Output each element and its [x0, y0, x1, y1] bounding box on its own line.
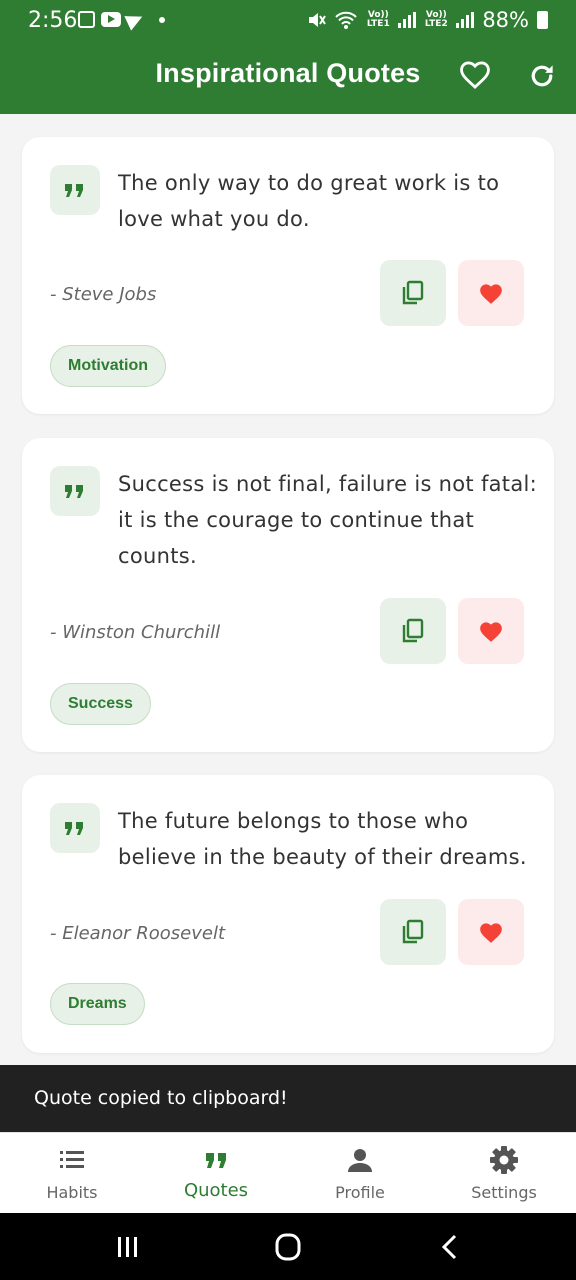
network-2-label: Vo)) LTE2	[424, 10, 448, 29]
category-tag[interactable]: Success	[50, 683, 151, 725]
quote-author: - Steve Jobs	[50, 284, 157, 305]
nav-label: Quotes	[183, 1180, 249, 1201]
status-time: 2:56	[28, 8, 78, 33]
favorites-button[interactable]	[458, 58, 492, 92]
status-bar: 2:56 Vo)) LTE1 Vo)) LTE2 88%	[0, 0, 576, 40]
nav-label: Settings	[471, 1183, 537, 1202]
bottom-navigation: Habits Quotes Profile Settings	[0, 1132, 576, 1213]
nav-item-settings[interactable]: Settings	[432, 1133, 576, 1214]
heart-outline-icon	[460, 61, 490, 89]
quote-text: Success is not final, failure is not fat…	[118, 472, 538, 568]
heart-icon	[480, 284, 502, 304]
refresh-icon	[531, 65, 553, 87]
signal-2-icon	[456, 12, 475, 28]
status-right: Vo)) LTE1 Vo)) LTE2 88%	[306, 8, 548, 32]
heart-icon	[480, 622, 502, 642]
home-button[interactable]	[268, 1231, 308, 1263]
telegram-icon	[124, 8, 146, 31]
quote-icon	[50, 466, 100, 516]
notification-icons	[78, 8, 165, 31]
gear-icon	[490, 1146, 518, 1174]
category-tag[interactable]: Motivation	[50, 345, 166, 387]
more-notifications-icon	[159, 16, 165, 23]
copy-icon	[402, 618, 424, 643]
heart-icon	[480, 923, 502, 943]
signal-1-icon	[398, 12, 417, 28]
quote-text: The future belongs to those who believe …	[118, 809, 527, 869]
home-icon	[275, 1233, 301, 1261]
quote-text: The only way to do great work is to love…	[118, 171, 500, 231]
nav-label: Profile	[335, 1183, 385, 1202]
back-button[interactable]	[430, 1231, 470, 1263]
favorite-button[interactable]	[458, 598, 524, 664]
quote-icon	[206, 1153, 226, 1168]
network-1-label: Vo)) LTE1	[366, 10, 390, 29]
quote-icon	[50, 803, 100, 853]
copy-button[interactable]	[380, 899, 446, 965]
nav-item-profile[interactable]: Profile	[288, 1133, 432, 1214]
list-icon	[60, 1151, 84, 1168]
snackbar-message: Quote copied to clipboard!	[34, 1087, 288, 1109]
app-header: 2:56 Vo)) LTE1 Vo)) LTE2 88% Inspiration…	[0, 0, 576, 114]
battery-percent: 88%	[482, 8, 529, 32]
quote-author: - Eleanor Roosevelt	[50, 923, 226, 944]
gallery-icon	[78, 11, 95, 28]
quote-card: The only way to do great work is to love…	[22, 137, 554, 414]
nav-item-habits[interactable]: Habits	[0, 1133, 144, 1214]
copy-icon	[402, 280, 424, 305]
wifi-icon	[335, 11, 358, 29]
favorite-button[interactable]	[458, 899, 524, 965]
nav-item-quotes[interactable]: Quotes	[144, 1133, 288, 1214]
copy-button[interactable]	[380, 260, 446, 326]
battery-icon	[537, 11, 548, 29]
favorite-button[interactable]	[458, 260, 524, 326]
youtube-icon	[101, 12, 121, 27]
recent-apps-icon	[118, 1237, 137, 1257]
quote-card: Success is not final, failure is not fat…	[22, 438, 554, 752]
back-icon	[441, 1234, 457, 1260]
snackbar: Quote copied to clipboard!	[0, 1065, 576, 1132]
system-navigation-bar	[0, 1213, 576, 1280]
copy-icon	[402, 919, 424, 944]
nav-label: Habits	[46, 1183, 98, 1202]
mute-icon	[309, 13, 327, 27]
recent-apps-button[interactable]	[108, 1231, 148, 1263]
category-tag[interactable]: Dreams	[50, 983, 145, 1025]
refresh-button[interactable]	[527, 61, 557, 91]
quote-icon	[50, 165, 100, 215]
quote-card: The future belongs to those who believe …	[22, 775, 554, 1053]
copy-button[interactable]	[380, 598, 446, 664]
person-icon	[348, 1149, 372, 1172]
quote-author: - Winston Churchill	[50, 622, 221, 643]
